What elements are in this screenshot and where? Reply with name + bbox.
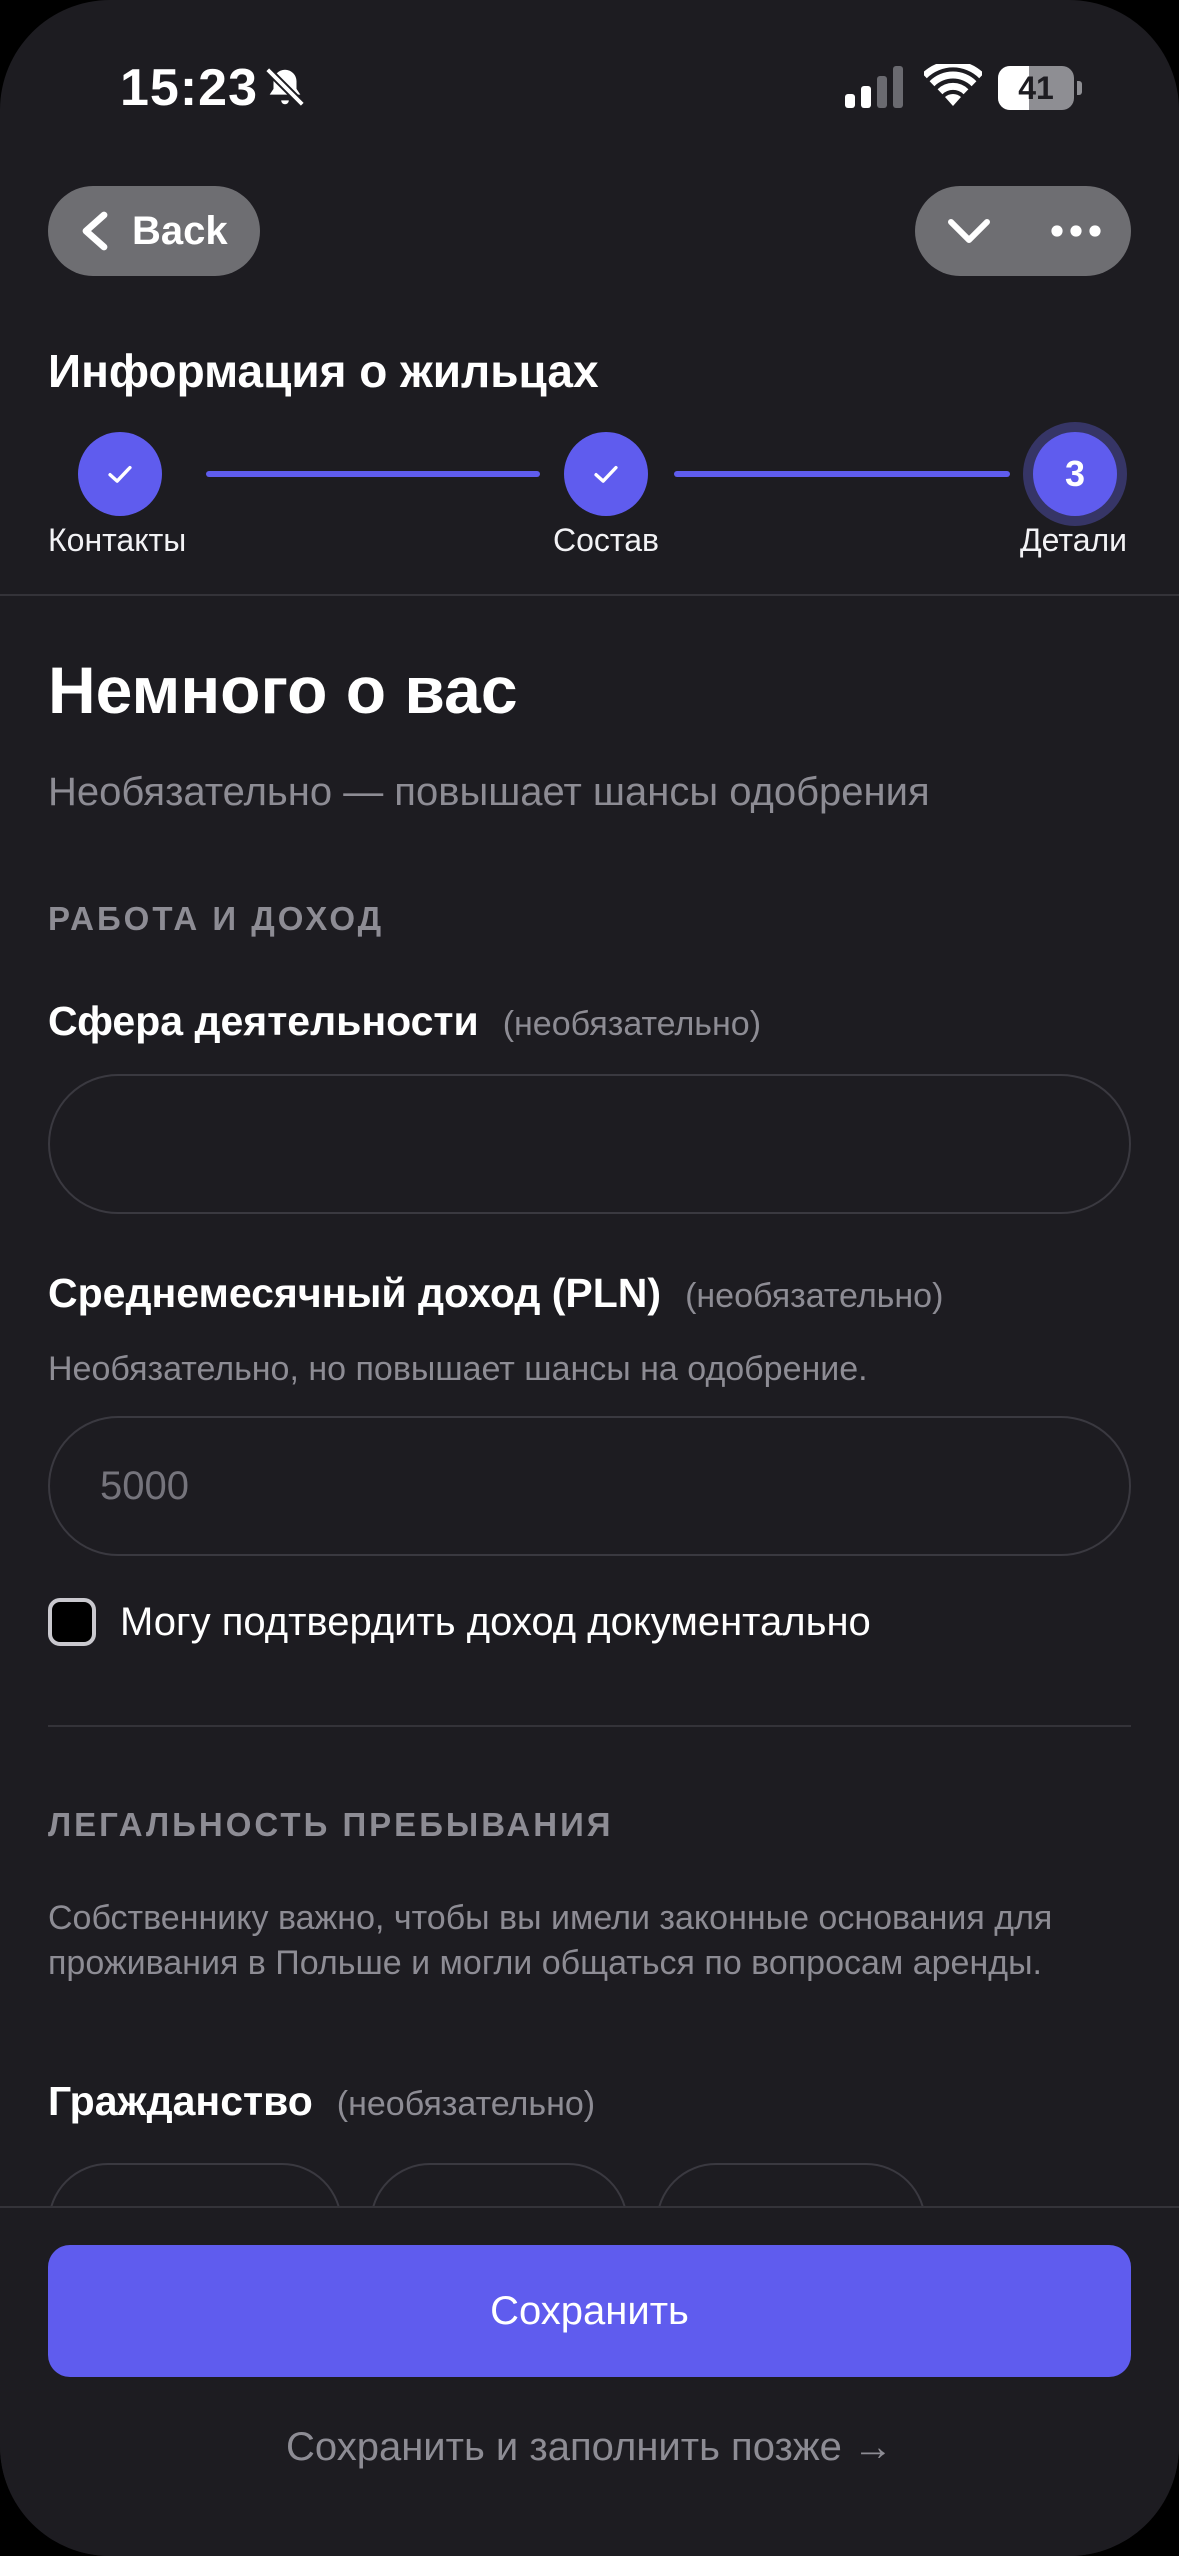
battery-body: 41 bbox=[998, 66, 1074, 110]
occupation-input[interactable] bbox=[48, 1074, 1131, 1214]
nav-actions-pill bbox=[915, 186, 1131, 276]
step-2-done[interactable] bbox=[564, 432, 648, 516]
income-input[interactable] bbox=[48, 1416, 1131, 1556]
income-proof-checkbox[interactable] bbox=[48, 1598, 96, 1646]
step-connector bbox=[206, 471, 540, 477]
page-title: Информация о жильцах bbox=[48, 345, 599, 397]
battery-icon: 41 bbox=[998, 66, 1082, 110]
battery-level: 41 bbox=[1018, 70, 1054, 106]
legal-description: Собственнику важно, чтобы вы имели закон… bbox=[48, 1899, 1053, 1982]
form-title: Немного о вас bbox=[48, 653, 518, 727]
header-divider bbox=[0, 594, 1179, 596]
more-icon[interactable] bbox=[1049, 208, 1103, 254]
chevron-down-icon[interactable] bbox=[945, 208, 993, 254]
check-icon bbox=[108, 465, 132, 483]
battery-tip bbox=[1077, 81, 1082, 95]
citizenship-label: Гражданство (необязательно) bbox=[48, 2078, 595, 2125]
occupation-label: Сфера деятельности (необязательно) bbox=[48, 998, 761, 1045]
optional-hint: (необязательно) bbox=[685, 1277, 944, 1315]
section-label-legal: ЛЕГАЛЬНОСТЬ ПРЕБЫВАНИЯ bbox=[48, 1806, 614, 1843]
section-label-work: РАБОТА И ДОХОД bbox=[48, 900, 385, 937]
step-3-current[interactable]: 3 bbox=[1033, 432, 1117, 516]
save-button[interactable]: Сохранить bbox=[48, 2245, 1131, 2377]
income-helper-text: Необязательно, но повышает шансы на одоб… bbox=[48, 1350, 868, 1388]
optional-hint: (необязательно) bbox=[336, 2085, 596, 2123]
form-subtitle: Необязательно — повышает шансы одобрения bbox=[48, 770, 930, 814]
check-icon bbox=[594, 465, 618, 483]
income-label: Среднемесячный доход (PLN) (необязательно… bbox=[48, 1270, 943, 1317]
chevron-left-icon bbox=[82, 211, 108, 251]
optional-hint: (необязательно) bbox=[502, 1005, 762, 1043]
step-label-contacts: Контакты bbox=[48, 522, 187, 558]
occupation-label-text: Сфера деятельности bbox=[48, 998, 479, 1044]
step-label-composition: Состав bbox=[553, 522, 659, 558]
wifi-icon bbox=[924, 64, 982, 106]
bell-off-icon bbox=[265, 67, 305, 107]
save-later-link[interactable]: Сохранить и заполнить позже → bbox=[0, 2425, 1179, 2470]
step-label-details: Детали bbox=[1020, 522, 1128, 558]
signal-icon bbox=[845, 66, 903, 108]
income-label-text: Среднемесячный доход (PLN) bbox=[48, 1270, 662, 1316]
status-time: 15:23 bbox=[120, 59, 258, 117]
back-button[interactable]: Back bbox=[48, 186, 260, 276]
income-proof-label: Могу подтвердить доход документально bbox=[120, 1599, 871, 1644]
step-connector bbox=[674, 471, 1010, 477]
citizenship-label-text: Гражданство bbox=[48, 2078, 313, 2124]
back-button-label: Back bbox=[132, 208, 228, 253]
section-divider bbox=[48, 1725, 1131, 1727]
bottom-divider bbox=[0, 2206, 1179, 2208]
step-1-done[interactable] bbox=[78, 432, 162, 516]
app-screen: 15:23 41 Back Информация о жильцах 3 Кон… bbox=[0, 0, 1179, 2556]
income-proof-row[interactable]: Могу подтвердить доход документально bbox=[48, 1598, 871, 1646]
